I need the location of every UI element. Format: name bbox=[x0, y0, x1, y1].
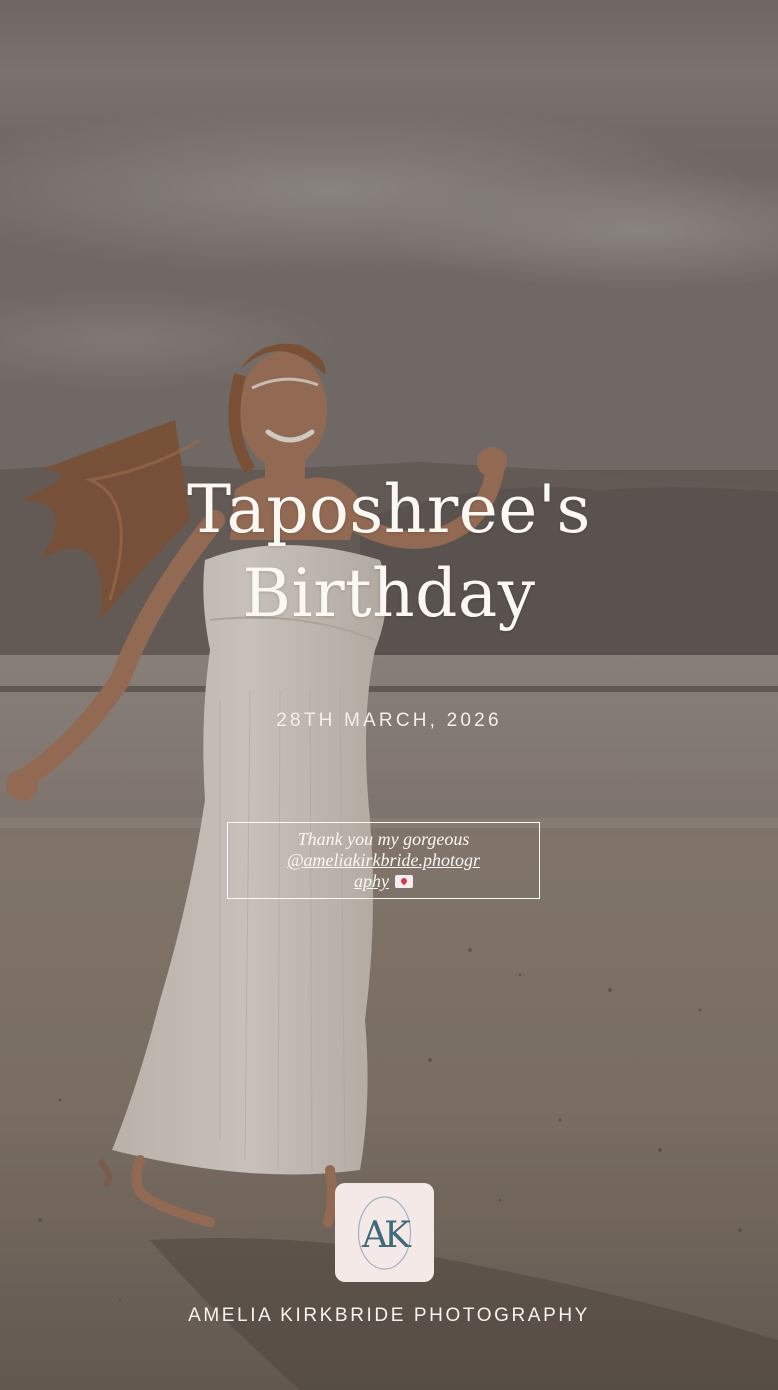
story-title: Taposhree's Birthday bbox=[0, 468, 778, 636]
ak-monogram-logo[interactable]: AK bbox=[335, 1183, 434, 1282]
love-letter-emoji-icon bbox=[395, 875, 413, 888]
background-photo bbox=[0, 0, 778, 1390]
story-frame: Taposhree's Birthday 28TH MARCH, 2026 Th… bbox=[0, 0, 778, 1390]
thank-you-caption-box: Thank you my gorgeous @ameliakirkbride.p… bbox=[227, 822, 540, 899]
logo-monogram-text: AK bbox=[361, 1215, 412, 1256]
photographer-mention-link[interactable]: @ameliakirkbride.photogr bbox=[287, 850, 480, 870]
brand-name: AMELIA KIRKBRIDE PHOTOGRAPHY bbox=[188, 1305, 590, 1326]
photographer-mention-link-end[interactable]: aphy bbox=[354, 871, 389, 891]
ak-monogram-icon: AK bbox=[357, 1196, 416, 1270]
thank-you-line: Thank you my gorgeous bbox=[297, 829, 470, 849]
title-line-1: Taposhree's bbox=[187, 471, 591, 548]
thank-you-caption: Thank you my gorgeous @ameliakirkbride.p… bbox=[238, 829, 529, 892]
title-line-2: Birthday bbox=[242, 555, 536, 632]
event-date: 28TH MARCH, 2026 bbox=[276, 710, 502, 731]
